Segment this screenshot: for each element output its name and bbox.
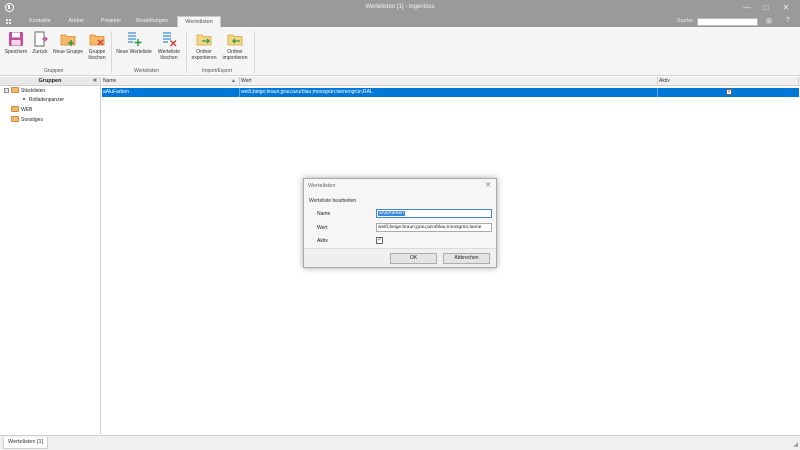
document-tab[interactable]: Wertelisten [1]	[3, 437, 49, 449]
tab-kontakte[interactable]: Kontakte	[24, 16, 56, 27]
folder-import-icon	[227, 34, 243, 46]
close-button[interactable]: ✕	[777, 2, 795, 14]
dialog-close-button[interactable]: ✕	[485, 181, 491, 189]
tree-item-label: Rolladenpanzer	[29, 97, 65, 103]
tree-expander[interactable]: −	[4, 88, 9, 93]
import-folder-button[interactable]: Ordner importieren	[220, 31, 250, 67]
back-label: Zurück	[32, 49, 48, 55]
back-button[interactable]: Zurück	[30, 31, 50, 67]
tree-item-label: Sonstiges	[21, 117, 43, 123]
column-header-name[interactable]: Name ▲	[102, 77, 240, 86]
tab-projekte[interactable]: Projekte	[96, 16, 126, 27]
tree-item-web[interactable]: WEB	[11, 106, 32, 115]
wert-label: Wert	[317, 225, 328, 231]
column-header-label: Name	[103, 78, 117, 84]
tab-bestellungen[interactable]: Bestellungen	[131, 16, 173, 27]
groups-panel-header: Gruppen «	[0, 77, 100, 86]
name-field[interactable]: aAluFarben	[376, 209, 492, 218]
column-header-aktiv[interactable]: Aktiv	[658, 77, 799, 86]
tree-item-sonstiges[interactable]: Sonstiges	[11, 116, 43, 125]
cell-name: aAluFarben	[102, 88, 240, 97]
search-label: Suche:	[677, 18, 695, 24]
folder-delete-icon	[89, 34, 105, 46]
edit-list-dialog: Wertelisten ✕ Werteliste bearbeiten Name…	[303, 178, 497, 268]
tree-item-rolladenpanzer[interactable]: Rolladenpanzer	[23, 96, 64, 105]
ribbon-separator	[111, 31, 112, 73]
wert-field[interactable]: weiß;beige;braun;grau;azurblau;moosgrün;…	[376, 223, 492, 232]
aktiv-checkbox[interactable]: ✓	[726, 89, 732, 95]
ribbon-separator	[186, 31, 187, 73]
bullet-icon	[23, 98, 25, 100]
dialog-title: Wertelisten	[308, 183, 336, 189]
dialog-group-label: Werteliste bearbeiten	[309, 198, 357, 204]
delete-list-label-2: löschen	[160, 55, 178, 61]
new-group-button[interactable]: Neue Gruppe	[51, 31, 85, 67]
groups-panel-title: Gruppen	[38, 78, 62, 84]
new-list-label: Neue Werteliste	[116, 49, 152, 55]
exit-door-icon	[34, 31, 48, 47]
group-gruppen-label: Gruppen	[44, 68, 64, 74]
ribbon: Speichern Zurück Neue Gruppe Gruppe lösc…	[0, 27, 800, 76]
minimize-button[interactable]: —	[738, 2, 756, 14]
help-icon[interactable]: ?	[786, 17, 790, 24]
import-label-2: importieren	[222, 55, 248, 61]
save-button[interactable]: Speichern	[4, 31, 28, 67]
save-label: Speichern	[4, 49, 28, 55]
list-delete-icon	[163, 32, 177, 47]
grid-header: Name ▲ Wert Aktiv	[102, 77, 800, 86]
aktiv-dialog-checkbox[interactable]: ✓	[376, 237, 383, 244]
groups-panel: Gruppen « − Stücklisten Rolladenpanzer WE…	[0, 77, 101, 434]
table-row[interactable]: aAluFarben weiß;beige;braun;grau;azurbla…	[102, 88, 799, 97]
group-wertelisten-label: Wertelisten	[134, 68, 159, 74]
tree-item-stucklisten[interactable]: − Stücklisten	[4, 87, 45, 96]
ok-button[interactable]: OK	[390, 253, 437, 264]
folder-icon	[11, 116, 19, 122]
name-label: Name	[317, 211, 331, 217]
tree-item-label: WEB	[21, 107, 33, 113]
cell-aktiv: ✓	[658, 88, 799, 97]
export-folder-button[interactable]: Ordner exportieren	[189, 31, 219, 67]
folder-export-icon	[196, 34, 212, 46]
menu-bar: Kontakte Artikel Projekte Bestellungen W…	[0, 16, 800, 27]
title-bar: Wertelisten [1] - ingenious — □ ✕	[0, 0, 800, 16]
new-group-label: Neue Gruppe	[52, 49, 84, 55]
maximize-button[interactable]: □	[757, 2, 775, 14]
app-menu-icon[interactable]	[6, 19, 12, 24]
delete-group-button[interactable]: Gruppe löschen	[86, 31, 108, 67]
name-field-value: aAluFarben	[378, 211, 405, 216]
delete-list-button[interactable]: Werteliste löschen	[156, 31, 182, 67]
folder-icon	[11, 106, 19, 112]
sort-ascending-icon: ▲	[231, 78, 236, 84]
export-label-2: exportieren	[191, 55, 217, 61]
collapse-panel-button[interactable]: «	[93, 77, 97, 85]
tab-artikel[interactable]: Artikel	[62, 16, 90, 27]
cancel-button[interactable]: Abbrechen	[443, 253, 490, 264]
group-import-export-label: Import/Export	[202, 68, 233, 74]
window-title: Wertelisten [1] - ingenious	[365, 4, 435, 10]
column-header-wert[interactable]: Wert	[240, 77, 658, 86]
new-list-button[interactable]: Neue Werteliste	[114, 31, 154, 67]
status-bar: Wertelisten [1] ◢	[0, 435, 800, 450]
list-add-icon	[128, 32, 142, 46]
delete-group-label-2: löschen	[88, 55, 106, 61]
search-input[interactable]	[697, 18, 758, 26]
folder-add-icon	[60, 34, 76, 46]
layout-icon[interactable]: ⊞	[766, 17, 772, 25]
aktiv-label: Aktiv	[317, 238, 328, 244]
tab-wertelisten[interactable]: Wertelisten	[177, 16, 221, 27]
tree-item-label: Stücklisten	[21, 88, 46, 94]
resize-grip-icon[interactable]: ◢	[793, 441, 798, 448]
dialog-footer: OK Abbrechen	[304, 248, 496, 267]
cell-wert: weiß;beige;braun;grau;azurblau;moosgrün;…	[240, 88, 658, 97]
floppy-disk-icon	[9, 32, 23, 46]
ribbon-separator	[254, 31, 255, 73]
folder-icon	[11, 87, 19, 93]
